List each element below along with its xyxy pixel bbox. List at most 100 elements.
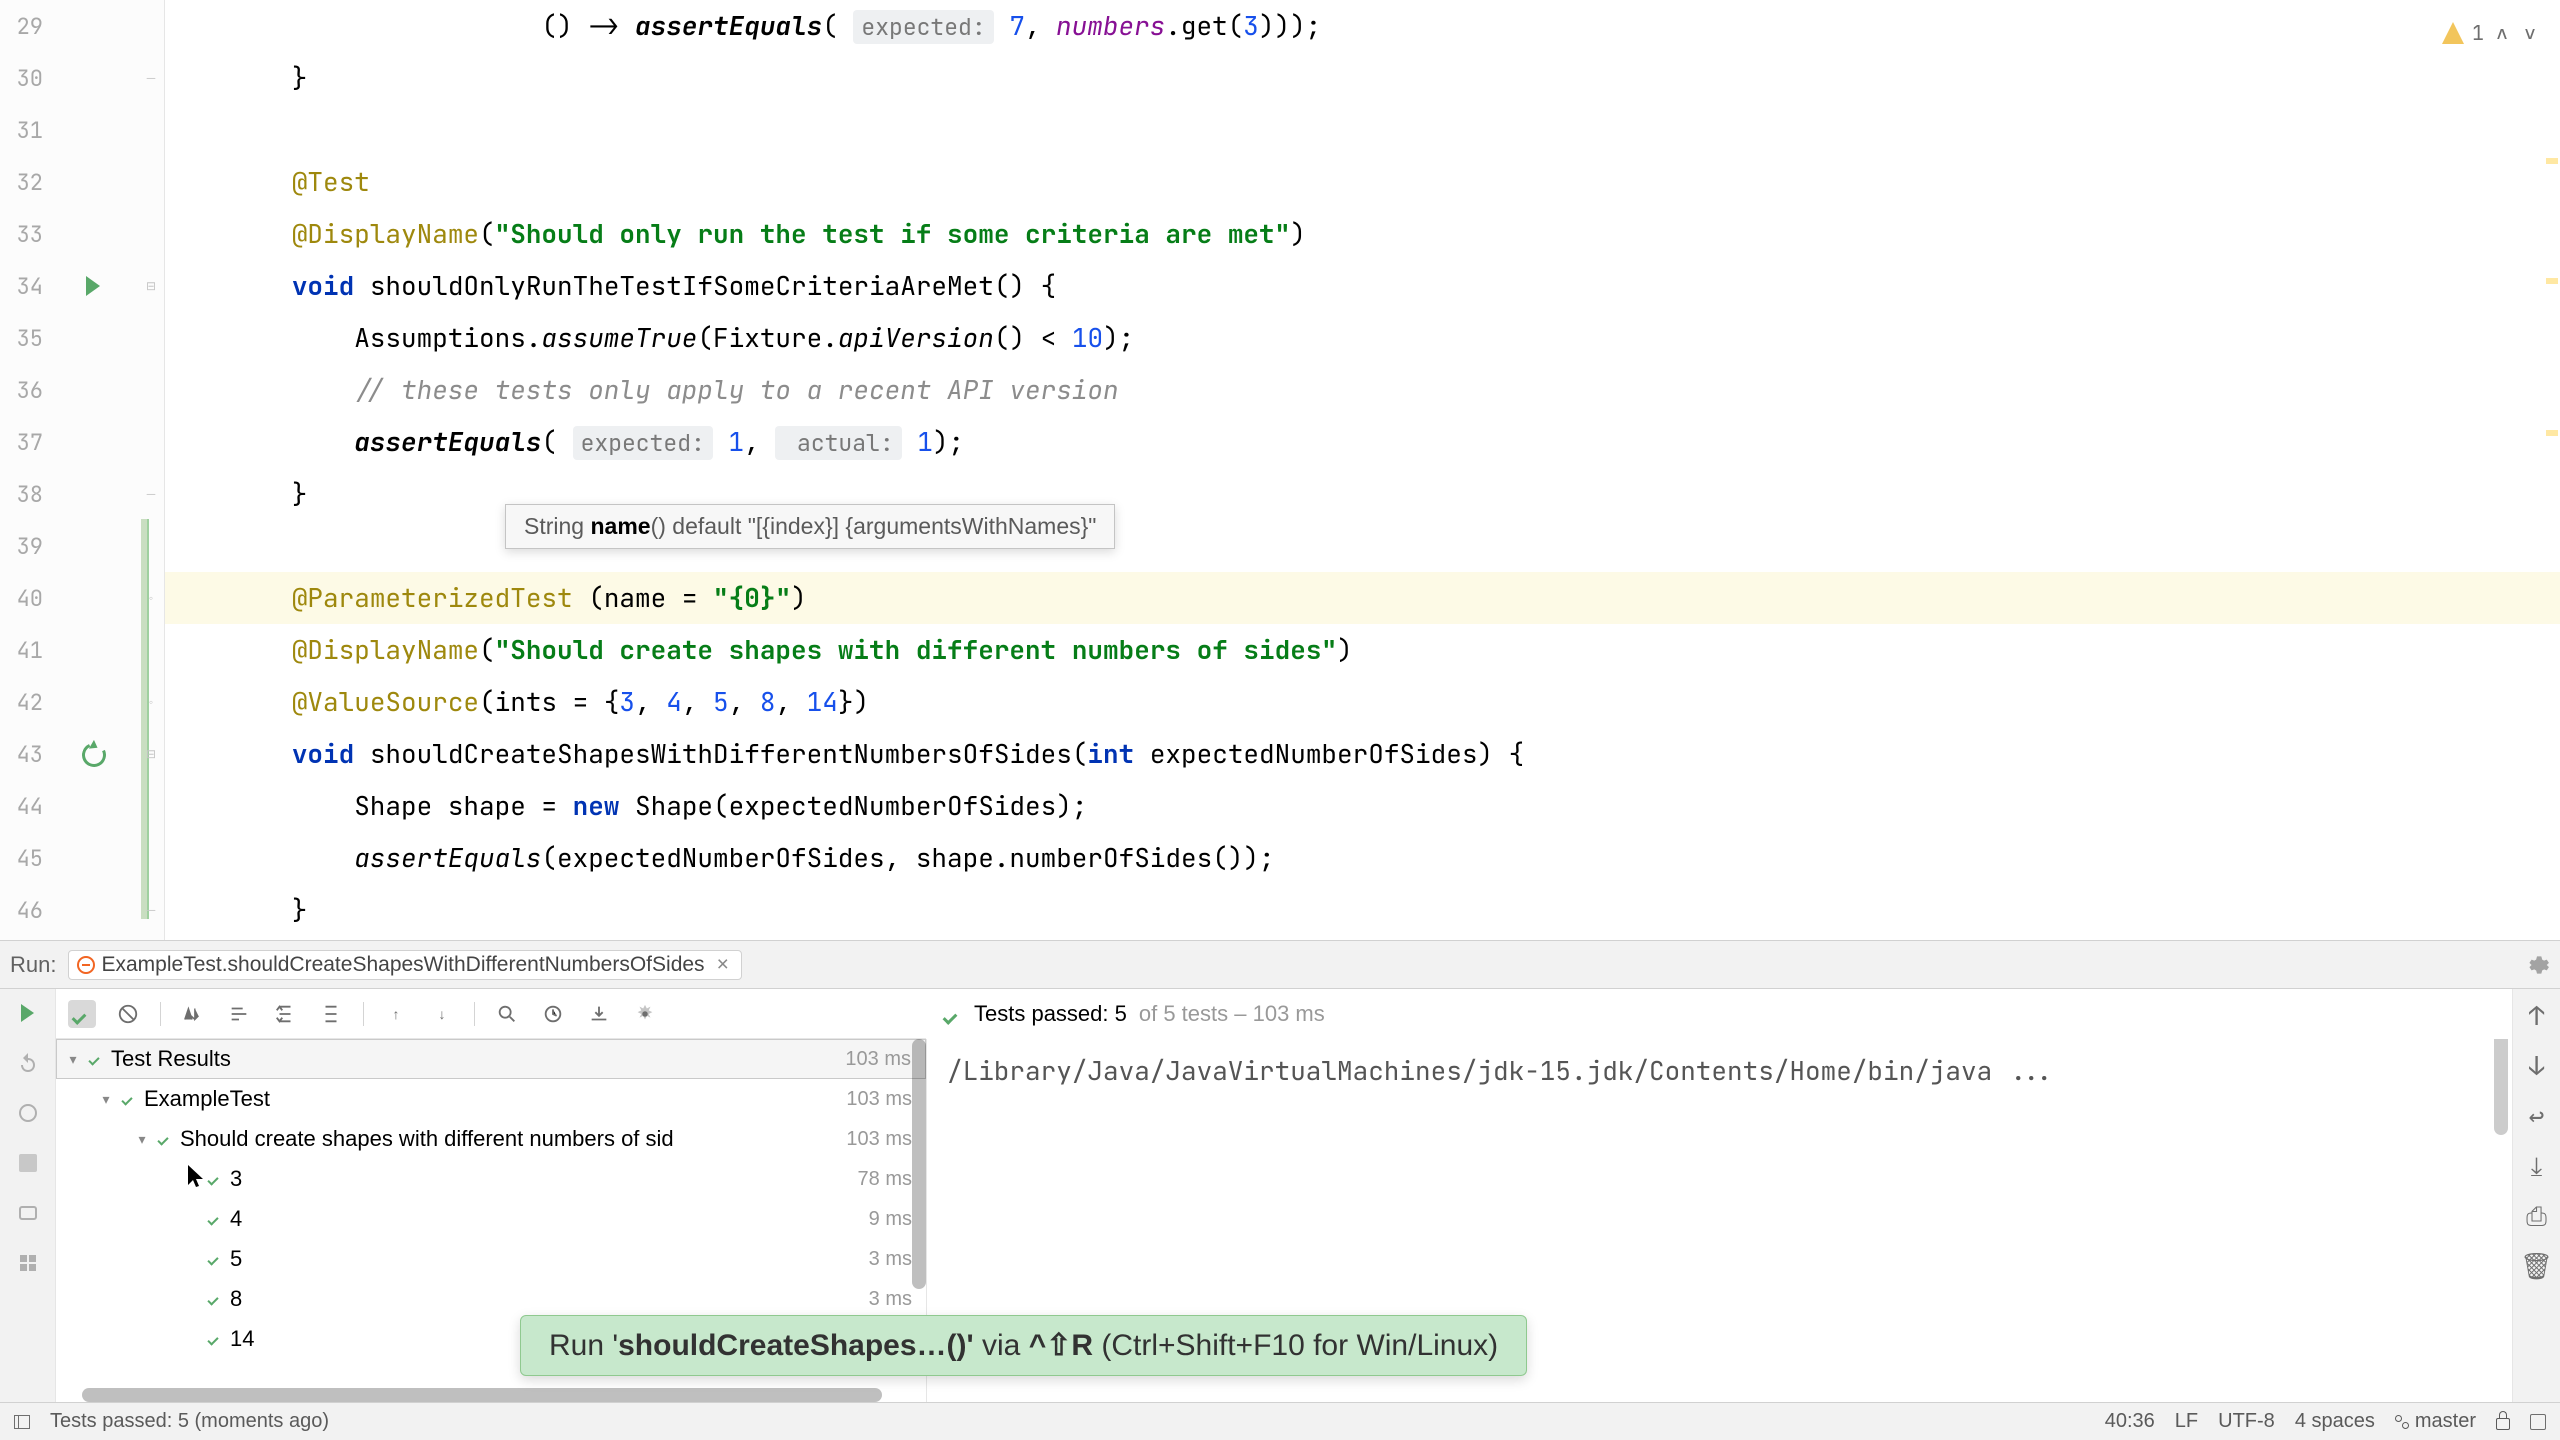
code-text: (Fixture. (697, 320, 837, 355)
show-ignored-toggle[interactable] (114, 1000, 142, 1028)
tree-param[interactable]: 49 ms (56, 1199, 926, 1239)
scroll-to-end-icon[interactable]: ⤓ (2523, 1151, 2551, 1179)
sort-duration-button[interactable] (225, 1000, 253, 1028)
duration: 103 ms (846, 1088, 912, 1111)
code-text: // these tests only apply to a recent AP… (354, 372, 1118, 407)
code-text: , (635, 684, 666, 719)
next-failed-button[interactable]: ↓ (428, 1000, 456, 1028)
show-passed-toggle[interactable] (68, 1000, 96, 1028)
line-number: 37 (0, 428, 55, 457)
line-number: 34 (0, 272, 55, 301)
prev-failed-button[interactable]: ↑ (382, 1000, 410, 1028)
code-text: 4 (666, 684, 682, 719)
chevron-down-icon[interactable]: ▾ (98, 1091, 114, 1108)
status-bar: Tests passed: 5 (moments ago) 40:36 LF U… (0, 1402, 2560, 1440)
toast-text: Run ' (549, 1329, 618, 1362)
scroll-up-icon[interactable]: ↑ (2523, 1001, 2551, 1029)
tree-test[interactable]: ▾ Should create shapes with different nu… (56, 1119, 926, 1159)
code-text: ); (1103, 320, 1134, 355)
code-text: "Should only run the test if some criter… (495, 216, 1291, 251)
scroll-down-icon[interactable]: ↓ (2523, 1051, 2551, 1079)
line-number: 29 (0, 12, 55, 41)
code-text: 3 (619, 684, 635, 719)
rerun-test-gutter-icon[interactable] (82, 743, 104, 765)
code-text: expectedNumberOfSides) { (1134, 736, 1524, 771)
code-text: ); (933, 424, 964, 459)
code-text (167, 424, 354, 459)
import-tests-button[interactable] (493, 1000, 521, 1028)
tree-param[interactable]: 83 ms (56, 1279, 926, 1319)
code-text: ( (479, 632, 495, 667)
export-tests-button[interactable] (585, 1000, 613, 1028)
parameter-hint: expected: (573, 426, 713, 460)
tree-root[interactable]: ▾ Test Results 103 ms (56, 1039, 926, 1079)
line-number: 41 (0, 636, 55, 665)
line-separator[interactable]: LF (2175, 1410, 2198, 1433)
code-text: @Test (292, 164, 370, 199)
tooltip-text: () default "[{index}] {argumentsWithName… (651, 513, 1097, 539)
code-text (167, 684, 292, 719)
memory-indicator-icon[interactable] (2530, 1414, 2546, 1430)
code-text: 1 (728, 424, 744, 459)
fold-toggle-icon[interactable]: ◦ (144, 695, 158, 709)
print-icon[interactable]: ⎙ (2523, 1201, 2551, 1229)
run-config-tab[interactable]: ExampleTest.shouldCreateShapesWithDiffer… (68, 950, 741, 980)
tree-vertical-scrollbar[interactable] (912, 1039, 926, 1289)
fold-end-icon[interactable]: ─ (144, 71, 158, 85)
soft-wrap-icon[interactable]: ↩ (2523, 1101, 2551, 1129)
tree-class[interactable]: ▾ ExampleTest 103 ms (56, 1079, 926, 1119)
fold-start-icon[interactable]: ⊟ (144, 279, 158, 293)
code-text: ( (479, 216, 495, 251)
rerun-button[interactable] (14, 1049, 42, 1077)
toast-text: shouldCreateShapes…()' (618, 1329, 974, 1362)
code-text: Shape(expectedNumberOfSides); (619, 788, 1087, 823)
code-text: assertEquals (354, 424, 541, 459)
run-test-gutter-icon[interactable] (82, 275, 104, 297)
code-text: (name = (573, 580, 713, 615)
git-branch-widget[interactable]: master (2395, 1410, 2476, 1433)
parameter-info-tooltip: String name() default "[{index}] {argume… (505, 504, 1115, 549)
duration: 9 ms (869, 1208, 912, 1231)
file-encoding[interactable]: UTF-8 (2218, 1410, 2275, 1433)
tree-horizontal-scrollbar[interactable] (82, 1388, 882, 1402)
code-text: , (775, 684, 806, 719)
fold-toggle-icon[interactable]: ◦ (144, 591, 158, 605)
settings-icon[interactable] (2524, 952, 2550, 978)
code-text: ) (1337, 632, 1353, 667)
clear-all-icon[interactable]: 🗑 (2523, 1251, 2551, 1279)
results-toolbar: ↑ ↓ (56, 989, 926, 1039)
code-editor[interactable]: 1 ∧ ∨ () -> assertEquals( expected: 7, n… (165, 0, 2560, 940)
run-button[interactable] (14, 999, 42, 1027)
dump-threads-button[interactable] (14, 1199, 42, 1227)
toggle-auto-test-button[interactable] (14, 1099, 42, 1127)
show-tool-windows-icon[interactable] (14, 1415, 30, 1429)
expand-all-button[interactable] (271, 1000, 299, 1028)
indent-widget[interactable]: 4 spaces (2295, 1410, 2375, 1433)
stop-button[interactable] (14, 1149, 42, 1177)
duration: 103 ms (845, 1048, 911, 1071)
test-history-button[interactable] (539, 1000, 567, 1028)
code-text: 14 (807, 684, 838, 719)
fold-start-icon[interactable]: ⊟ (144, 747, 158, 761)
mouse-cursor-icon (186, 1163, 206, 1191)
tree-param[interactable]: 53 ms (56, 1239, 926, 1279)
chevron-down-icon[interactable]: ▾ (65, 1051, 81, 1068)
chevron-down-icon[interactable]: ▾ (134, 1131, 150, 1148)
code-text: } (167, 476, 307, 511)
code-text: , (1025, 8, 1056, 43)
sort-alpha-button[interactable] (179, 1000, 207, 1028)
tree-label: 14 (230, 1326, 254, 1352)
fold-end-icon[interactable]: ─ (144, 903, 158, 917)
fold-end-icon[interactable]: ─ (144, 487, 158, 501)
tooltip-text: name (590, 513, 650, 539)
junit-icon (77, 956, 95, 974)
layout-button[interactable] (14, 1249, 42, 1277)
code-text: "{0}" (713, 580, 791, 615)
tree-label: ExampleTest (144, 1086, 270, 1112)
lock-icon[interactable] (2496, 1418, 2510, 1430)
close-tab-icon[interactable]: × (717, 953, 729, 977)
caret-position[interactable]: 40:36 (2105, 1410, 2155, 1433)
collapse-all-button[interactable] (317, 1000, 345, 1028)
test-runner-settings-icon[interactable] (631, 1000, 659, 1028)
run-config-name: ExampleTest.shouldCreateShapesWithDiffer… (101, 953, 704, 977)
